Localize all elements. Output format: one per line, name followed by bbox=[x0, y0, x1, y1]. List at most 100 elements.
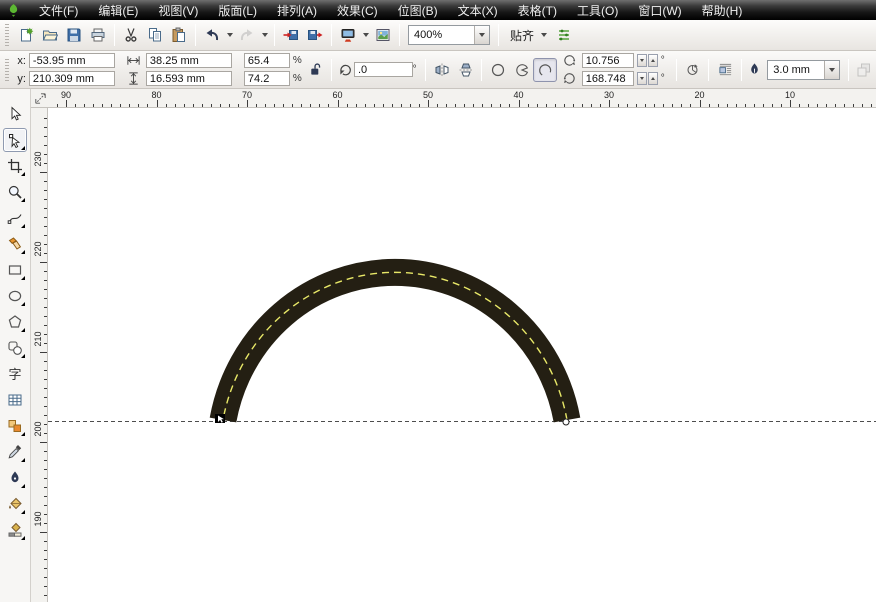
outline-width-dropdown[interactable] bbox=[823, 60, 839, 79]
export-button[interactable] bbox=[303, 23, 327, 47]
application-launcher-button[interactable] bbox=[336, 23, 360, 47]
text-tool[interactable]: 字 bbox=[3, 362, 27, 386]
welcome-screen-button[interactable] bbox=[371, 23, 395, 47]
new-button[interactable] bbox=[14, 23, 38, 47]
object-width-field[interactable]: 38.25 mm bbox=[145, 53, 232, 68]
arc-outline-stroke[interactable] bbox=[209, 258, 581, 423]
text-wrap-button[interactable] bbox=[713, 58, 736, 82]
copy-button[interactable] bbox=[143, 23, 167, 47]
ruler-tick bbox=[681, 104, 683, 107]
undo-icon bbox=[204, 27, 220, 43]
arc-mode-button[interactable] bbox=[533, 57, 557, 82]
snap-to-control[interactable]: 贴齐 bbox=[506, 23, 549, 47]
ruler-tick bbox=[762, 104, 764, 107]
options-button[interactable] bbox=[552, 23, 576, 47]
menu-item-4[interactable]: 版面(L) bbox=[208, 0, 267, 21]
blend-tool[interactable] bbox=[3, 414, 27, 438]
menu-item-8[interactable]: 文本(X) bbox=[448, 0, 508, 21]
ruler-tick bbox=[817, 104, 819, 107]
change-direction-button[interactable] bbox=[681, 58, 704, 82]
toolbar-grip[interactable] bbox=[5, 24, 9, 46]
y-label: y: bbox=[17, 72, 26, 85]
ruler-tick bbox=[609, 100, 610, 107]
open-button[interactable] bbox=[38, 23, 62, 47]
pick-tool[interactable] bbox=[3, 102, 27, 126]
table-tool[interactable] bbox=[3, 388, 27, 412]
ruler-tick bbox=[636, 104, 638, 107]
import-button[interactable] bbox=[279, 23, 303, 47]
ruler-tick bbox=[44, 208, 47, 209]
freehand-tool[interactable] bbox=[3, 206, 27, 230]
new-document-icon bbox=[18, 27, 34, 43]
arc-shape-icon bbox=[537, 62, 553, 78]
basic-shapes-tool[interactable] bbox=[3, 336, 27, 360]
cut-button[interactable] bbox=[119, 23, 143, 47]
smart-fill-tool[interactable] bbox=[3, 232, 27, 256]
menu-item-5[interactable]: 排列(A) bbox=[267, 0, 327, 21]
outline-pen-tool[interactable] bbox=[3, 466, 27, 490]
vertical-ruler[interactable]: 230 220 210 200 190 bbox=[31, 108, 48, 602]
order-objects-icon bbox=[856, 62, 872, 78]
ruler-tick bbox=[708, 104, 710, 107]
application-launcher-dropdown[interactable] bbox=[360, 23, 371, 47]
ruler-tick bbox=[201, 104, 203, 107]
horizontal-ruler[interactable]: 90 80 70 60 50 40 30 20 10 bbox=[31, 89, 876, 108]
arc-object[interactable] bbox=[209, 258, 581, 423]
ruler-tick bbox=[862, 104, 864, 107]
zoom-level-dropdown[interactable] bbox=[474, 26, 489, 44]
menu-item-2[interactable]: 编辑(E) bbox=[88, 0, 148, 21]
ellipse-tool[interactable] bbox=[3, 284, 27, 308]
start-angle-spinner[interactable] bbox=[636, 54, 658, 67]
ruler-tick bbox=[44, 415, 47, 416]
menu-item-3[interactable]: 视图(V) bbox=[148, 0, 208, 21]
start-angle-field[interactable]: 10.756 bbox=[581, 53, 634, 68]
object-height-field[interactable]: 16.593 mm bbox=[145, 71, 232, 86]
pie-mode-button[interactable] bbox=[510, 58, 533, 82]
zoom-tool[interactable] bbox=[3, 180, 27, 204]
x-position-field[interactable]: -53.95 mm bbox=[28, 53, 115, 68]
ruler-tick bbox=[780, 104, 782, 107]
menu-item-6[interactable]: 效果(C) bbox=[327, 0, 388, 21]
mirror-vertical-button[interactable] bbox=[454, 58, 477, 82]
save-button[interactable] bbox=[62, 23, 86, 47]
ruler-tick bbox=[518, 100, 520, 107]
menu-item-9[interactable]: 表格(T) bbox=[508, 0, 567, 21]
outline-width-combo[interactable]: 3.0 mm bbox=[767, 59, 840, 80]
ruler-origin-icon[interactable] bbox=[32, 90, 48, 106]
undo-dropdown[interactable] bbox=[224, 23, 235, 47]
ruler-tick bbox=[482, 104, 484, 107]
interactive-fill-tool[interactable] bbox=[3, 518, 27, 542]
ruler-tick bbox=[44, 370, 47, 371]
rotation-angle-field[interactable]: .0 bbox=[353, 62, 413, 77]
paste-button[interactable] bbox=[167, 23, 191, 47]
menu-item-7[interactable]: 位图(B) bbox=[388, 0, 448, 21]
end-angle-spinner[interactable] bbox=[636, 72, 658, 85]
property-bar-grip[interactable] bbox=[5, 58, 9, 81]
undo-button[interactable] bbox=[200, 23, 224, 47]
fill-tool[interactable] bbox=[3, 492, 27, 516]
lock-ratio-button[interactable] bbox=[304, 58, 327, 82]
arc-end-node[interactable] bbox=[562, 418, 570, 426]
y-position-field[interactable]: 210.309 mm bbox=[28, 71, 115, 86]
zoom-level-combo[interactable]: 400% bbox=[408, 25, 490, 45]
rectangle-tool[interactable] bbox=[3, 258, 27, 282]
snap-to-dropdown[interactable] bbox=[538, 23, 549, 47]
ellipse-mode-button[interactable] bbox=[486, 58, 509, 82]
print-button[interactable] bbox=[86, 23, 110, 47]
shape-tool[interactable] bbox=[3, 128, 27, 152]
drawing-canvas[interactable] bbox=[48, 108, 876, 602]
menu-item-10[interactable]: 工具(O) bbox=[567, 0, 628, 21]
mirror-horizontal-button[interactable] bbox=[430, 58, 453, 82]
redo-dropdown[interactable] bbox=[259, 23, 270, 47]
polygon-tool[interactable] bbox=[3, 310, 27, 334]
ruler-tick bbox=[690, 104, 692, 107]
crop-tool[interactable] bbox=[3, 154, 27, 178]
eyedropper-tool[interactable] bbox=[3, 440, 27, 464]
scale-v-field[interactable]: 74.2 bbox=[243, 71, 290, 86]
separator bbox=[331, 58, 333, 81]
menu-item-11[interactable]: 窗口(W) bbox=[628, 0, 691, 21]
end-angle-field[interactable]: 168.748 bbox=[581, 71, 634, 86]
scale-h-field[interactable]: 65.4 bbox=[243, 53, 290, 68]
menu-item-1[interactable]: 文件(F) bbox=[29, 0, 88, 21]
menu-item-12[interactable]: 帮助(H) bbox=[692, 0, 753, 21]
